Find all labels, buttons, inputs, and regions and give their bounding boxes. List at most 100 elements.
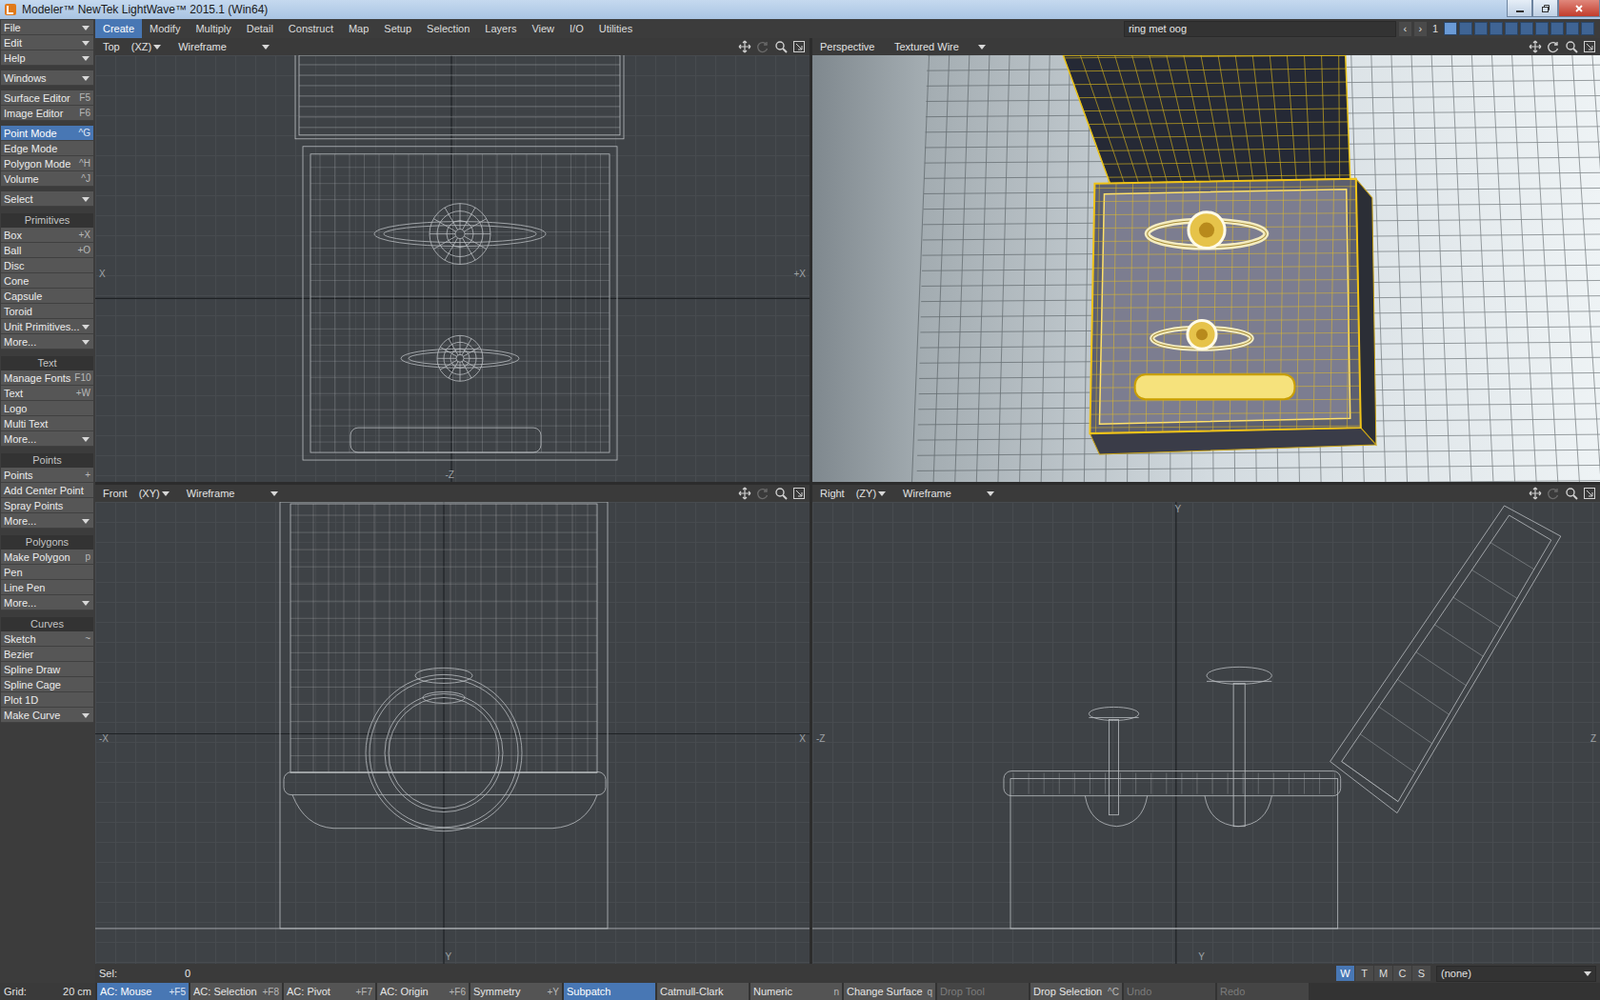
tool-button[interactable]: Line Pen: [0, 580, 94, 596]
tool-button[interactable]: Image Editor F6: [0, 105, 94, 121]
tool-button[interactable]: Capsule: [0, 288, 94, 304]
tab[interactable]: Detail: [239, 19, 281, 39]
tool-button[interactable]: Make Polygon p: [0, 549, 94, 565]
status-button[interactable]: Catmull-Clark: [657, 982, 749, 1000]
maximize-button[interactable]: [1532, 0, 1559, 18]
move-view-icon[interactable]: [738, 40, 752, 54]
axes-dropdown[interactable]: (XZ): [127, 40, 165, 54]
zoom-view-icon[interactable]: [1564, 40, 1579, 54]
status-button[interactable]: Drop Tool: [937, 982, 1029, 1000]
display-mode-button[interactable]: W: [1336, 965, 1355, 981]
status-button[interactable]: Symmetry +Y: [470, 982, 562, 1000]
minimize-button[interactable]: [1506, 0, 1533, 18]
status-button[interactable]: Change Surface q: [843, 982, 936, 1000]
rotate-view-icon[interactable]: [756, 40, 770, 54]
prev-layer-button[interactable]: ‹: [1399, 21, 1412, 37]
view-dropdown[interactable]: Perspective: [816, 40, 885, 54]
tool-dropdown[interactable]: More...: [0, 513, 94, 529]
render-mode-dropdown[interactable]: Wireframe: [182, 486, 282, 500]
status-button[interactable]: Drop Selection ^C: [1030, 982, 1122, 1000]
layer-box[interactable]: [1520, 21, 1534, 36]
tool-dropdown[interactable]: Edit: [0, 35, 94, 51]
tool-button[interactable]: Spline Draw: [0, 661, 94, 678]
tool-dropdown[interactable]: Windows: [0, 70, 94, 86]
view-dropdown[interactable]: Top (XZ): [99, 40, 169, 54]
surface-dropdown[interactable]: (none): [1436, 965, 1597, 982]
viewport-canvas[interactable]: X +X -Z: [95, 55, 810, 482]
layer-box[interactable]: [1443, 21, 1458, 36]
tool-dropdown[interactable]: More...: [0, 431, 94, 447]
move-view-icon[interactable]: [1528, 40, 1542, 54]
status-button[interactable]: Undo: [1123, 982, 1216, 1000]
tool-button[interactable]: Edge Mode: [0, 140, 94, 157]
next-layer-button[interactable]: ›: [1414, 21, 1427, 37]
status-button[interactable]: AC: Origin +F6: [377, 982, 469, 1000]
object-dropdown[interactable]: ring met oog: [1123, 20, 1397, 38]
view-dropdown[interactable]: Right (ZY): [816, 486, 894, 500]
status-button[interactable]: AC: Mouse +F5: [97, 982, 189, 1000]
rotate-view-icon[interactable]: [1546, 40, 1560, 54]
tool-dropdown[interactable]: Make Curve: [0, 707, 94, 723]
tool-dropdown[interactable]: File: [0, 20, 94, 36]
status-button[interactable]: Subpatch: [563, 982, 656, 1000]
status-button[interactable]: AC: Pivot +F7: [283, 982, 376, 1000]
layer-box[interactable]: [1504, 21, 1519, 36]
tool-button[interactable]: Logo: [0, 400, 94, 417]
tool-button[interactable]: Point Mode ^G: [0, 125, 94, 141]
tool-button[interactable]: Points +: [0, 467, 94, 483]
maximize-view-icon[interactable]: [792, 486, 806, 500]
tab[interactable]: Modify: [141, 19, 188, 39]
zoom-view-icon[interactable]: [1564, 486, 1579, 500]
tab[interactable]: I/O: [561, 19, 592, 39]
layer-box[interactable]: [1550, 21, 1564, 36]
tool-button[interactable]: Spline Cage: [0, 677, 94, 693]
tab[interactable]: Setup: [376, 19, 420, 39]
tab[interactable]: Multiply: [187, 19, 239, 39]
tool-dropdown[interactable]: More...: [0, 595, 94, 611]
render-mode-dropdown[interactable]: Wireframe: [899, 486, 999, 500]
status-button[interactable]: AC: Selection +F8: [190, 982, 282, 1000]
render-mode-dropdown[interactable]: Wireframe: [174, 40, 274, 54]
render-mode-dropdown[interactable]: Textured Wire: [890, 40, 990, 54]
tool-button[interactable]: Sketch ~: [0, 631, 94, 647]
tool-button[interactable]: Spray Points: [0, 498, 94, 514]
tool-dropdown[interactable]: Select: [0, 191, 94, 207]
tab[interactable]: Layers: [477, 19, 524, 39]
tool-button[interactable]: Cone: [0, 273, 94, 289]
tab[interactable]: Create: [95, 19, 142, 39]
tab[interactable]: View: [523, 19, 562, 39]
rotate-view-icon[interactable]: [1546, 486, 1560, 500]
tool-button[interactable]: Plot 1D: [0, 692, 94, 708]
status-button[interactable]: Redo: [1217, 982, 1309, 1000]
axes-dropdown[interactable]: (XY): [135, 486, 174, 500]
maximize-view-icon[interactable]: [792, 40, 806, 54]
tool-button[interactable]: Volume ^J: [0, 171, 94, 187]
close-button[interactable]: [1558, 0, 1600, 18]
tool-button[interactable]: Ball +O: [0, 242, 94, 259]
move-view-icon[interactable]: [1528, 486, 1542, 500]
maximize-view-icon[interactable]: [1582, 40, 1597, 54]
layer-box[interactable]: [1474, 21, 1488, 36]
layer-box[interactable]: [1535, 21, 1549, 36]
tool-button[interactable]: Manage Fonts F10: [0, 370, 94, 386]
tab[interactable]: Utilities: [591, 19, 640, 39]
tab[interactable]: Map: [340, 19, 377, 39]
tool-button[interactable]: Disc: [0, 258, 94, 274]
tool-button[interactable]: Box +X: [0, 227, 94, 243]
rotate-view-icon[interactable]: [756, 486, 770, 500]
tool-button[interactable]: Polygon Mode ^H: [0, 156, 94, 172]
viewport-canvas[interactable]: [812, 55, 1600, 482]
viewport-canvas[interactable]: -Z Z Y Y: [812, 501, 1600, 964]
layer-box[interactable]: [1565, 21, 1580, 36]
display-mode-button[interactable]: C: [1393, 965, 1412, 981]
tool-button[interactable]: Text +W: [0, 385, 94, 401]
layer-box[interactable]: [1580, 21, 1595, 36]
tool-button[interactable]: Bezier: [0, 646, 94, 662]
zoom-view-icon[interactable]: [774, 486, 788, 500]
display-mode-button[interactable]: T: [1355, 965, 1374, 981]
display-mode-button[interactable]: S: [1412, 965, 1431, 981]
tool-dropdown[interactable]: Help: [0, 50, 94, 66]
tab[interactable]: Selection: [419, 19, 478, 39]
tool-button[interactable]: Toroid: [0, 303, 94, 320]
zoom-view-icon[interactable]: [774, 40, 788, 54]
